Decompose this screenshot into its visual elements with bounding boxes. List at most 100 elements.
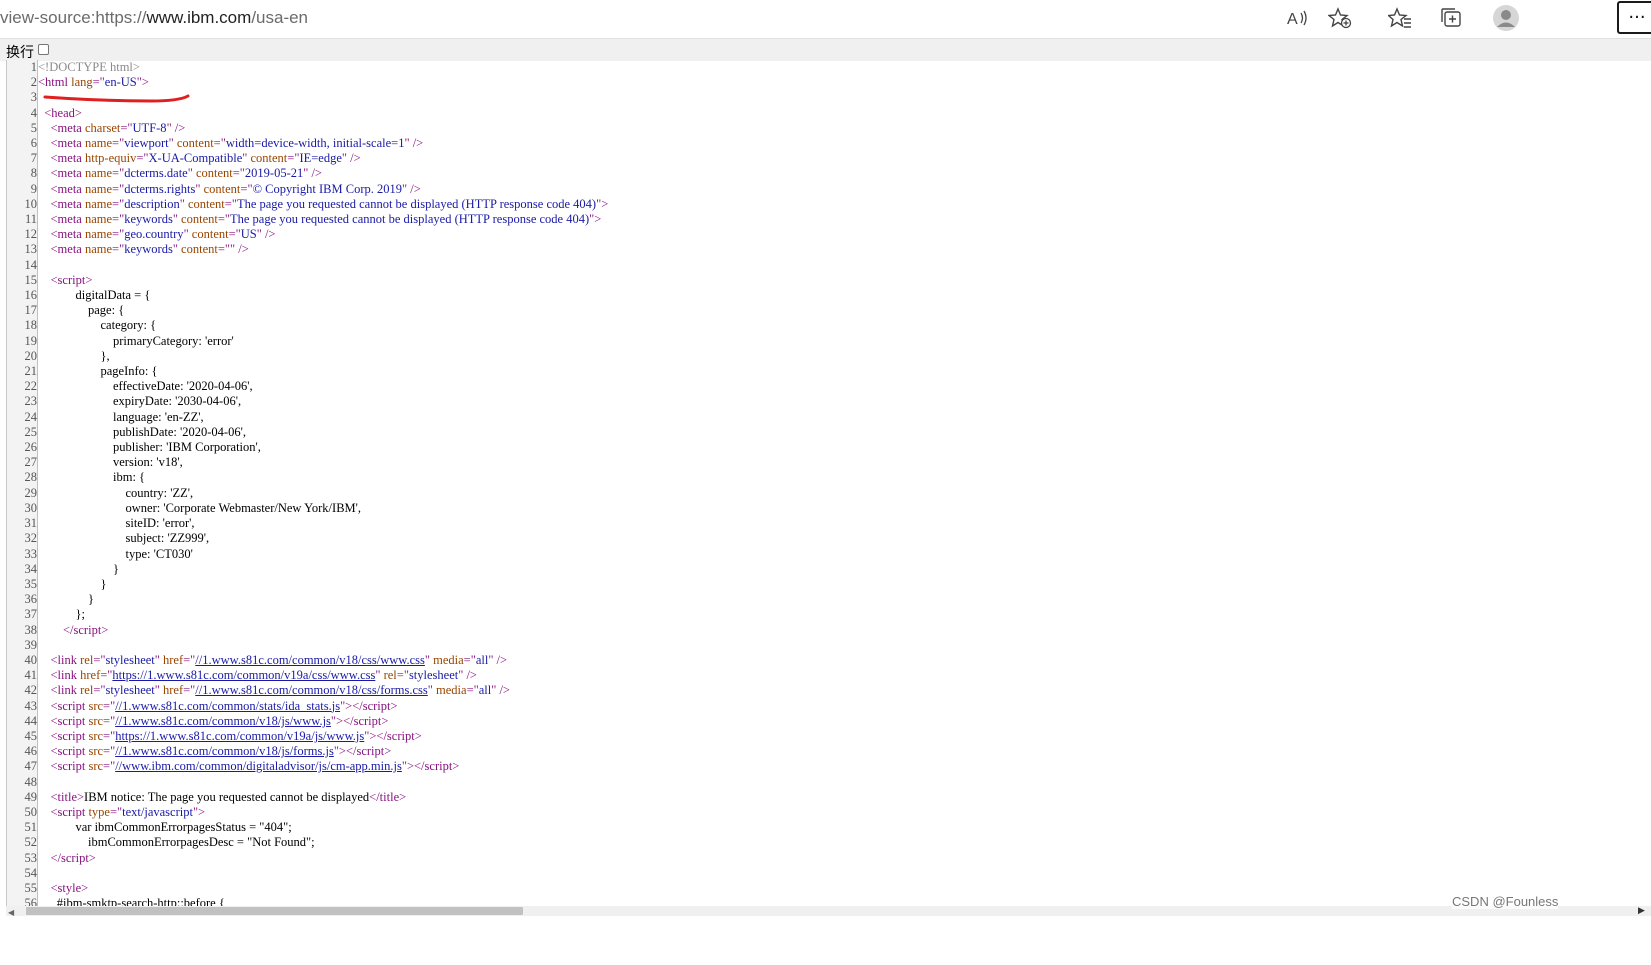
line-content: }; [38, 607, 85, 622]
source-link[interactable]: https://1.www.s81c.com/common/v19a/js/ww… [115, 729, 364, 743]
line-content: <meta name="description" content="The pa… [50, 196, 609, 211]
source-line: 32 subject: 'ZZ999', [7, 531, 608, 547]
profile-avatar-icon[interactable] [1491, 3, 1521, 33]
source-line: 39 [7, 637, 608, 653]
source-line: 21 pageInfo: { [7, 364, 608, 380]
collections-icon[interactable] [1437, 3, 1467, 33]
line-content: country: 'ZZ', [38, 485, 194, 500]
line-content: var ibmCommonErrorpagesStatus = "404"; [38, 820, 292, 835]
blank-area [0, 916, 1651, 965]
wrap-lines-bar: 换行 [0, 38, 1651, 61]
line-content: <meta name="viewport" content="width=dev… [50, 136, 424, 151]
line-number: 29 [7, 485, 38, 501]
line-content: ibm: { [38, 470, 146, 485]
line-content: effectiveDate: '2020-04-06', [38, 379, 253, 394]
source-line: 23 expiryDate: '2030-04-06', [7, 394, 608, 410]
line-number: 26 [7, 440, 38, 456]
url-prefix: view-source:https:// [0, 8, 147, 27]
source-line: 48 [7, 774, 609, 790]
source-line: 37 }; [7, 607, 608, 623]
source-view: 1 <!DOCTYPE html> 2 <html lang="en-US"> 3 4 <… [6, 60, 1651, 906]
source-line: 38 </script> [7, 622, 608, 638]
line-content: category: { [38, 318, 157, 333]
line-number: 48 [7, 774, 38, 790]
line-content: digitalData = { [38, 288, 151, 303]
source-line: 49 <title>IBM notice: The page you reque… [7, 789, 608, 805]
wrap-lines-checkbox[interactable] [38, 44, 49, 55]
add-favorite-icon[interactable] [1325, 3, 1355, 33]
line-number: 32 [7, 531, 38, 547]
line-content [38, 866, 609, 881]
source-line: 22 effectiveDate: '2020-04-06', [7, 379, 608, 395]
line-number: 17 [7, 303, 38, 319]
source-line: 50 <script type="text/javascript"> [7, 804, 608, 821]
line-number: 13 [7, 242, 38, 258]
line-content: <script src="//1.www.s81c.com/common/v18… [50, 713, 389, 728]
read-aloud-icon[interactable]: A [1282, 3, 1312, 33]
line-number: 37 [7, 607, 38, 623]
source-line: 1 <!DOCTYPE html> [7, 60, 608, 76]
line-content: <script type="text/javascript"> [50, 804, 206, 819]
source-line: 29 country: 'ZZ', [7, 485, 608, 501]
source-link[interactable]: //1.www.s81c.com/common/v18/css/www.css [195, 653, 425, 667]
scroll-right-arrow-icon[interactable]: ▶ [1638, 906, 1645, 916]
source-line: 52 ibmCommonErrorpagesDesc = "Not Found"… [7, 835, 608, 851]
line-number: 12 [7, 227, 38, 243]
line-number: 27 [7, 455, 38, 471]
line-content: owner: 'Corporate Webmaster/New York/IBM… [38, 500, 362, 515]
source-link[interactable]: https://1.www.s81c.com/common/v19a/css/w… [112, 668, 375, 682]
source-line: 24 language: 'en-ZZ', [7, 409, 608, 425]
source-line: 18 category: { [7, 318, 608, 334]
more-options-button[interactable]: ··· [1617, 1, 1651, 34]
source-line: 11 <meta name="keywords" content="The pa… [7, 212, 608, 228]
line-number: 34 [7, 561, 38, 577]
source-line: 14 [7, 257, 609, 273]
line-number: 52 [7, 835, 38, 851]
line-number: 43 [7, 698, 38, 714]
source-line: 5 <meta charset="UTF-8" /> [7, 120, 608, 137]
address-bar[interactable]: view-source:https://www.ibm.com/usa-en [0, 5, 308, 31]
line-number: 35 [7, 576, 38, 593]
url-host: www.ibm.com [146, 8, 252, 27]
line-content: <meta name="dcterms.date" content="2019-… [50, 166, 322, 181]
source-line: 33 type: 'CT030' [7, 546, 608, 562]
line-number: 41 [7, 668, 38, 684]
scrollbar-thumb[interactable] [26, 907, 523, 915]
line-content [38, 775, 609, 790]
source-table: 1 <!DOCTYPE html> 2 <html lang="en-US"> 3 4 <… [7, 60, 608, 906]
browser-toolbar: view-source:https://www.ibm.com/usa-en A… [0, 0, 1651, 37]
source-link[interactable]: //1.www.s81c.com/common/v18/js/www.js [115, 714, 331, 728]
source-line: 54 [7, 865, 609, 881]
line-content: } [38, 592, 94, 607]
line-number: 3 [7, 90, 38, 106]
source-link[interactable]: //1.www.s81c.com/common/stats/ida_stats.… [115, 699, 340, 713]
line-number: 47 [7, 759, 38, 775]
line-number: 18 [7, 318, 38, 334]
line-content: <script src="//www.ibm.com/common/digita… [50, 759, 460, 774]
line-content: primaryCategory: 'error' [38, 333, 234, 348]
horizontal-scrollbar[interactable] [6, 906, 1651, 916]
source-link[interactable]: //1.www.s81c.com/common/v18/js/forms.js [115, 744, 334, 758]
favorites-icon[interactable] [1385, 3, 1415, 33]
line-number: 5 [7, 120, 38, 137]
line-number: 53 [7, 850, 38, 866]
source-line: 56 #ibm-smktp-search-http::before { [7, 896, 608, 906]
line-content [38, 258, 609, 273]
source-link[interactable]: //www.ibm.com/common/digitaladvisor/js/c… [115, 759, 402, 773]
source-line: 28 ibm: { [7, 470, 608, 486]
source-line: 36 } [7, 592, 608, 608]
line-content: pageInfo: { [38, 364, 158, 379]
source-line: 25 publishDate: '2020-04-06', [7, 424, 608, 441]
line-content: </script> [63, 622, 109, 637]
source-link[interactable]: //1.www.s81c.com/common/v18/css/forms.cs… [195, 683, 428, 697]
line-content: <meta http-equiv="X-UA-Compatible" conte… [50, 151, 361, 166]
source-line: 47 <script src="//www.ibm.com/common/dig… [7, 759, 608, 775]
source-line: 16 digitalData = { [7, 288, 608, 304]
source-line: 44 <script src="//1.www.s81c.com/common/… [7, 713, 608, 729]
line-number: 16 [7, 288, 38, 304]
wrap-lines-label: 换行 [6, 45, 34, 61]
source-line: 19 primaryCategory: 'error' [7, 333, 608, 349]
line-number: 20 [7, 348, 38, 365]
line-content: <html lang="en-US"> [38, 75, 149, 90]
source-line: 43 <script src="//1.www.s81c.com/common/… [7, 698, 608, 714]
